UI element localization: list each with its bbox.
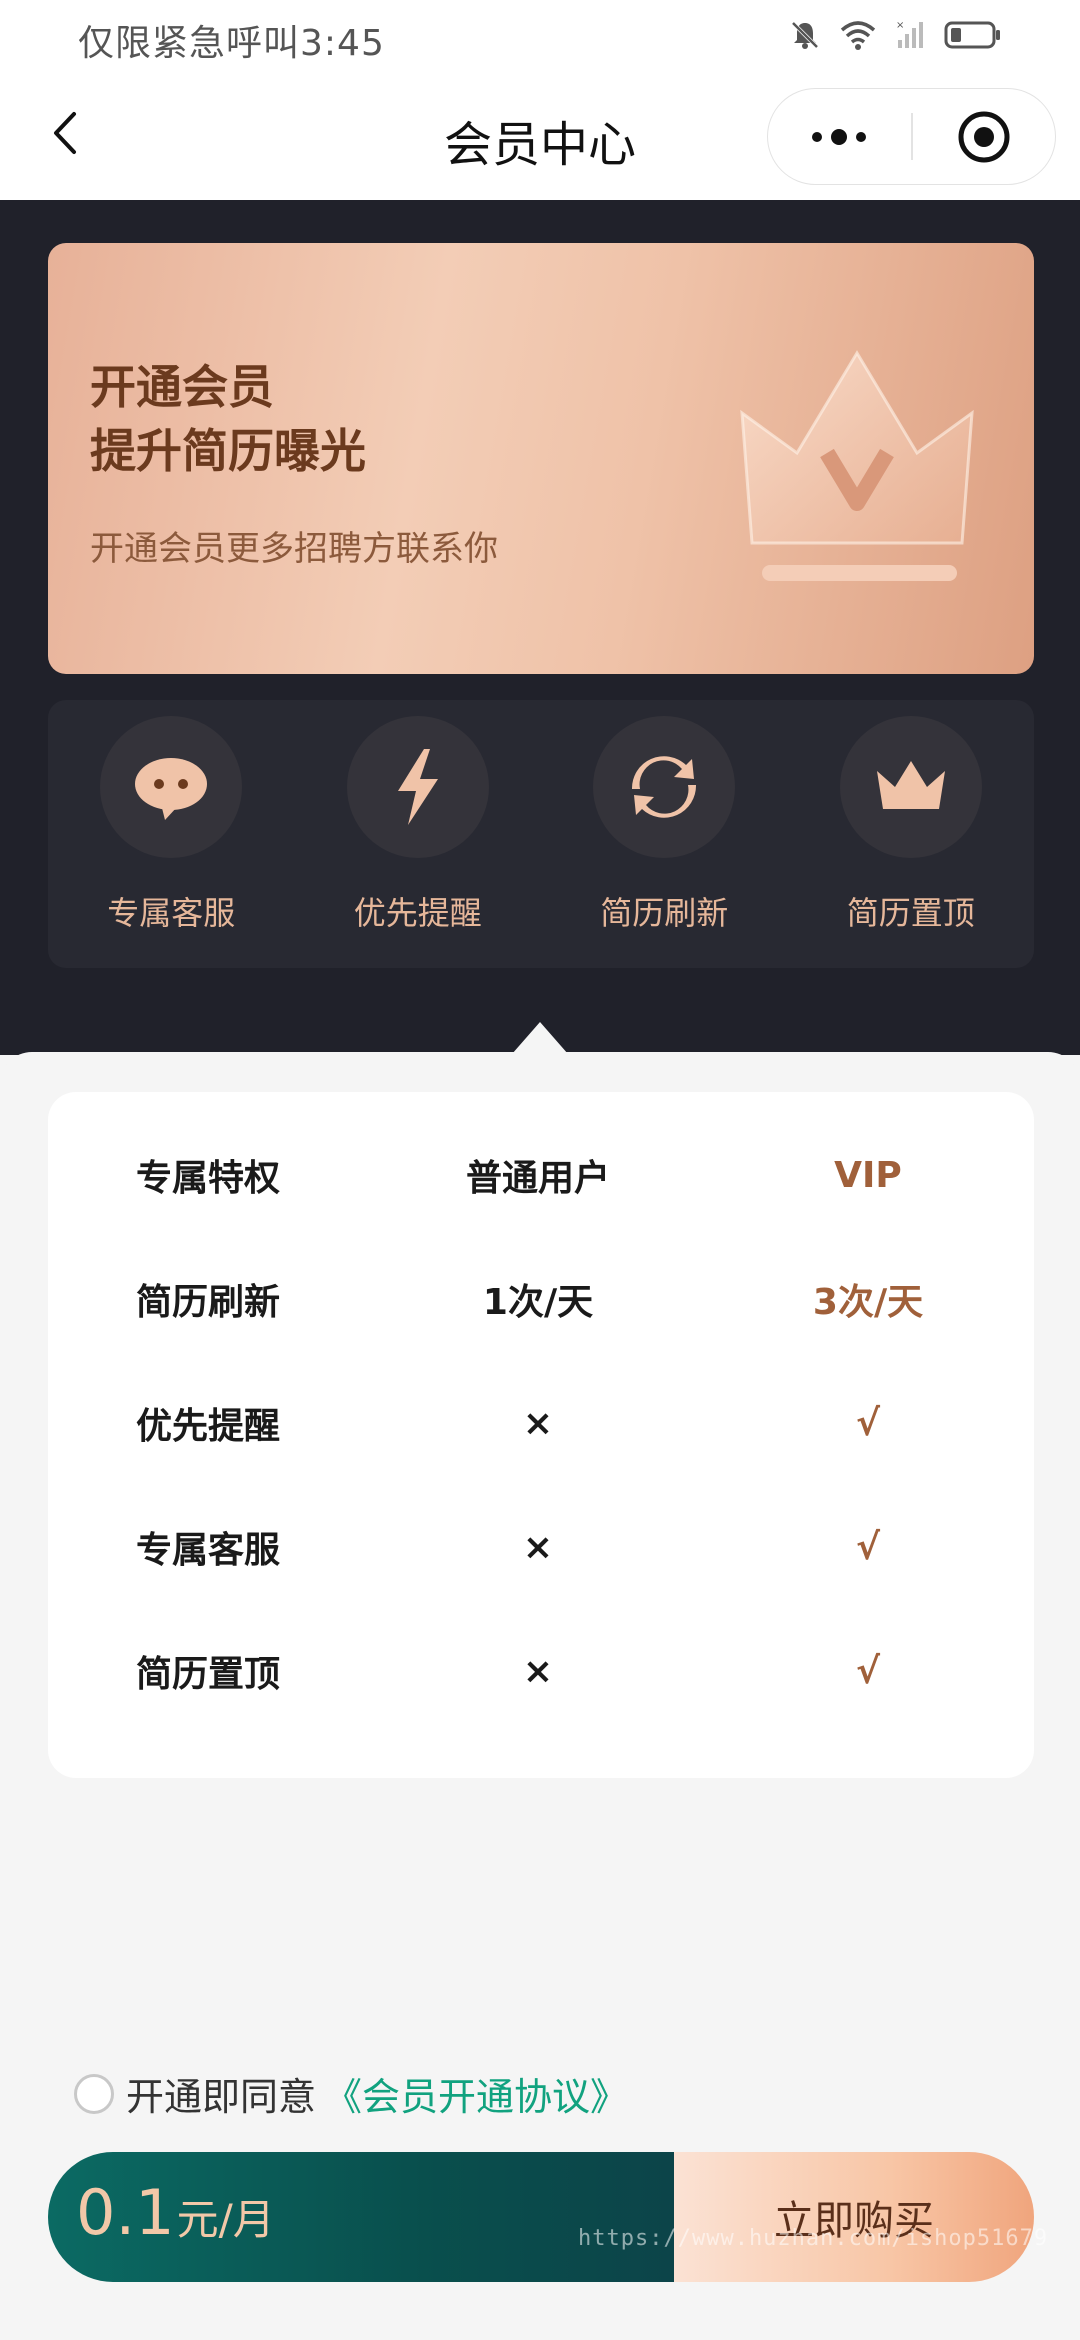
buy-now-button[interactable]: 立即购买 bbox=[674, 2152, 1034, 2282]
status-text: 仅限紧急呼叫3:45 bbox=[78, 23, 385, 64]
price-unit: 元/月 bbox=[176, 2195, 275, 2244]
benefit-label: 简历刷新 bbox=[600, 894, 729, 932]
table-header-cell: 专属特权 bbox=[135, 1158, 280, 1199]
table-cell: × bbox=[522, 1526, 554, 1568]
table-header-row: 专属特权 普通用户 VIP bbox=[48, 1130, 1034, 1220]
agreement-text: 开通即同意 bbox=[126, 2075, 317, 2119]
benefit-icon-circle bbox=[593, 716, 736, 858]
benefit-label: 优先提醒 bbox=[353, 894, 482, 932]
table-row: 专属客服 × √ bbox=[48, 1502, 1034, 1592]
benefit-item[interactable]: 简历刷新 bbox=[541, 700, 788, 968]
agreement-row: 开通即同意 《会员开通协议》 bbox=[74, 2066, 628, 2121]
table-cell: 专属客服 bbox=[135, 1530, 280, 1571]
battery-icon bbox=[944, 21, 1000, 49]
watermark-text: https://www.huzhan.com/ishop51679 bbox=[578, 2226, 1049, 2251]
table-cell: 1次/天 bbox=[482, 1282, 594, 1323]
target-close-icon bbox=[958, 111, 1010, 162]
benefit-item[interactable]: 优先提醒 bbox=[295, 700, 542, 968]
table-header-cell: 普通用户 bbox=[465, 1158, 610, 1199]
table-cell: √ bbox=[855, 1650, 880, 1692]
table-cell: × bbox=[522, 1402, 554, 1444]
table-header-cell: VIP bbox=[834, 1154, 902, 1196]
bell-muted-icon bbox=[791, 21, 819, 49]
mini-program-capsule bbox=[767, 88, 1056, 185]
banner-title-line1: 开通会员 bbox=[90, 360, 274, 414]
table-cell: 3次/天 bbox=[812, 1282, 924, 1323]
banner-title-line2: 提升简历曝光 bbox=[90, 424, 366, 478]
svg-text:×: × bbox=[896, 20, 904, 31]
banner-subtitle: 开通会员更多招聘方联系你 bbox=[90, 529, 498, 569]
lightning-icon bbox=[397, 749, 438, 825]
table-cell: √ bbox=[855, 1526, 880, 1568]
price-value: 0.1 bbox=[76, 2176, 175, 2249]
banner-title: 开通会员 提升简历曝光 bbox=[90, 355, 366, 483]
benefit-icon-circle bbox=[100, 716, 243, 858]
privilege-comparison-table: 专属特权 普通用户 VIP 简历刷新 1次/天 3次/天 优先提醒 × √ 专属… bbox=[48, 1092, 1034, 1778]
vip-banner: 开通会员 提升简历曝光 开通会员更多招聘方联系你 bbox=[48, 243, 1034, 674]
sheet-pointer bbox=[512, 1022, 568, 1054]
agreement-radio[interactable] bbox=[74, 2073, 114, 2114]
table-cell: 简历置顶 bbox=[135, 1654, 280, 1695]
benefits-row: 专属客服 优先提醒 简历刷新 简历置顶 bbox=[48, 700, 1034, 968]
close-program-button[interactable] bbox=[913, 89, 1056, 184]
table-cell: 简历刷新 bbox=[135, 1282, 280, 1323]
benefit-item[interactable]: 简历置顶 bbox=[788, 700, 1035, 968]
chat-bubble-icon bbox=[135, 758, 208, 820]
table-row: 优先提醒 × √ bbox=[48, 1378, 1034, 1468]
table-cell: × bbox=[522, 1650, 554, 1692]
status-bar: 仅限紧急呼叫3:45 × bbox=[0, 0, 1080, 75]
signal-icon: × bbox=[896, 20, 923, 48]
benefit-icon-circle bbox=[346, 716, 489, 858]
table-cell: 优先提醒 bbox=[135, 1406, 280, 1447]
wifi-icon bbox=[840, 21, 876, 50]
benefit-label: 简历置顶 bbox=[846, 894, 975, 932]
benefit-label: 专属客服 bbox=[107, 894, 236, 932]
crown-icon bbox=[876, 761, 945, 809]
more-dots-icon bbox=[812, 128, 867, 145]
nav-bar: 会员中心 bbox=[0, 75, 1080, 200]
refresh-icon bbox=[632, 756, 697, 818]
vip-crown-icon bbox=[740, 350, 974, 581]
table-row: 简历刷新 1次/天 3次/天 bbox=[48, 1254, 1034, 1344]
table-cell: √ bbox=[855, 1402, 880, 1444]
table-row: 简历置顶 × √ bbox=[48, 1626, 1034, 1716]
agreement-link[interactable]: 《会员开通协议》 bbox=[324, 2066, 628, 2121]
benefit-item[interactable]: 专属客服 bbox=[48, 700, 295, 968]
benefit-icon-circle bbox=[839, 716, 982, 858]
purchase-bar: 0.1 元/月 立即购买 bbox=[48, 2152, 1034, 2282]
price-display: 0.1 元/月 bbox=[48, 2152, 674, 2282]
status-icons: × bbox=[788, 18, 1002, 52]
more-button[interactable] bbox=[768, 89, 911, 184]
